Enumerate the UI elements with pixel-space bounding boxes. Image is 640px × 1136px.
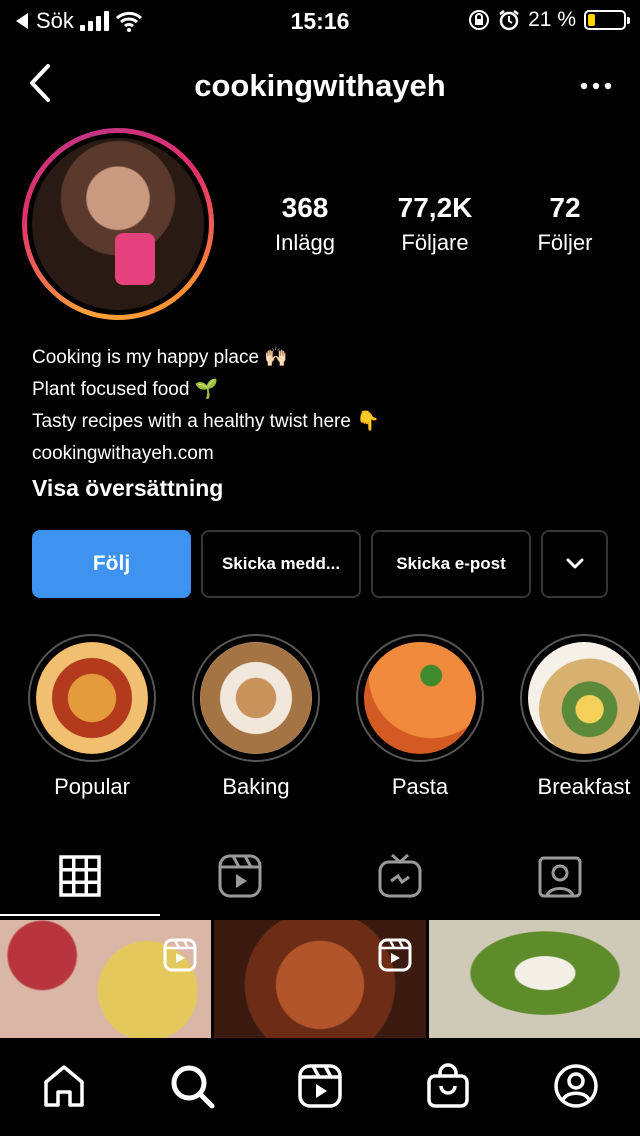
post-grid xyxy=(0,920,640,1038)
bio-website-link[interactable]: cookingwithayeh.com xyxy=(32,438,612,470)
highlight-pasta[interactable]: Pasta xyxy=(356,634,484,800)
bio-line: Plant focused food 🌱 xyxy=(32,379,219,400)
stat-following[interactable]: 72 Följer xyxy=(500,192,630,256)
profile-tabs xyxy=(0,840,640,918)
igtv-icon[interactable] xyxy=(376,852,424,900)
post-thumbnail[interactable] xyxy=(0,920,212,1038)
stat-following-count: 72 xyxy=(549,192,581,223)
shop-icon[interactable] xyxy=(424,1062,472,1110)
highlight-cover xyxy=(36,642,148,754)
story-highlights: Popular Baking Pasta Breakfast xyxy=(0,634,640,804)
post-thumbnail[interactable] xyxy=(428,920,640,1038)
tagged-icon[interactable] xyxy=(536,852,584,900)
profile-stats: 368 Inlägg 77,2K Följare 72 Följer xyxy=(240,192,630,256)
grid-icon[interactable] xyxy=(56,852,104,900)
highlight-label: Breakfast xyxy=(537,774,631,799)
profile-actions: Följ Skicka medd... Skicka e-post xyxy=(32,530,608,598)
profile-bio: Cooking is my happy place 🙌🏻 Plant focus… xyxy=(32,342,612,504)
highlight-cover xyxy=(200,642,312,754)
search-icon[interactable] xyxy=(168,1062,216,1110)
profile-username: cookingwithayeh xyxy=(194,68,446,103)
reel-badge-icon xyxy=(378,938,412,972)
battery-icon xyxy=(584,10,630,30)
show-translation-link[interactable]: Visa översättning xyxy=(32,472,612,504)
battery-percent: 21 % xyxy=(528,8,576,31)
highlight-label: Baking xyxy=(222,774,290,799)
home-icon[interactable] xyxy=(40,1062,88,1110)
highlight-label: Popular xyxy=(54,774,130,799)
highlight-cover xyxy=(528,642,640,754)
stat-followers-count: 77,2K xyxy=(397,192,473,223)
highlight-baking[interactable]: Baking xyxy=(192,634,320,800)
active-tab-indicator xyxy=(0,914,160,916)
stat-followers[interactable]: 77,2K Följare xyxy=(370,192,500,256)
rotation-lock-icon xyxy=(469,10,490,30)
stat-posts[interactable]: 368 Inlägg xyxy=(240,192,370,256)
highlight-popular[interactable]: Popular xyxy=(28,634,156,800)
bio-line: Cooking is my happy place 🙌🏻 xyxy=(32,347,288,368)
stat-posts-count: 368 xyxy=(281,192,329,223)
reels-icon[interactable] xyxy=(216,852,264,900)
email-button[interactable]: Skicka e-post xyxy=(371,530,531,598)
reel-badge-icon xyxy=(163,938,197,972)
profile-avatar xyxy=(32,138,204,310)
profile-header: cookingwithayeh xyxy=(0,54,640,114)
highlight-cover xyxy=(364,642,476,754)
bottom-navigation xyxy=(0,1040,640,1136)
stat-following-label: Följer xyxy=(537,230,593,255)
bio-line: Tasty recipes with a healthy twist here … xyxy=(32,411,380,432)
post-thumbnail[interactable] xyxy=(214,920,426,1038)
stat-followers-label: Följare xyxy=(401,230,469,255)
stat-posts-label: Inlägg xyxy=(275,230,335,255)
chevron-down-icon xyxy=(566,558,583,569)
highlight-breakfast[interactable]: Breakfast xyxy=(520,634,640,800)
more-options-icon[interactable] xyxy=(576,68,616,104)
suggested-dropdown-button[interactable] xyxy=(541,530,608,598)
story-ring[interactable] xyxy=(22,128,214,320)
status-bar: Sök 15:16 21 % xyxy=(0,0,640,40)
reels-nav-icon[interactable] xyxy=(296,1062,344,1110)
profile-nav-icon[interactable] xyxy=(552,1062,600,1110)
alarm-icon xyxy=(499,10,519,31)
follow-button[interactable]: Följ xyxy=(32,530,191,598)
message-button[interactable]: Skicka medd... xyxy=(201,530,361,598)
highlight-label: Pasta xyxy=(391,774,449,799)
